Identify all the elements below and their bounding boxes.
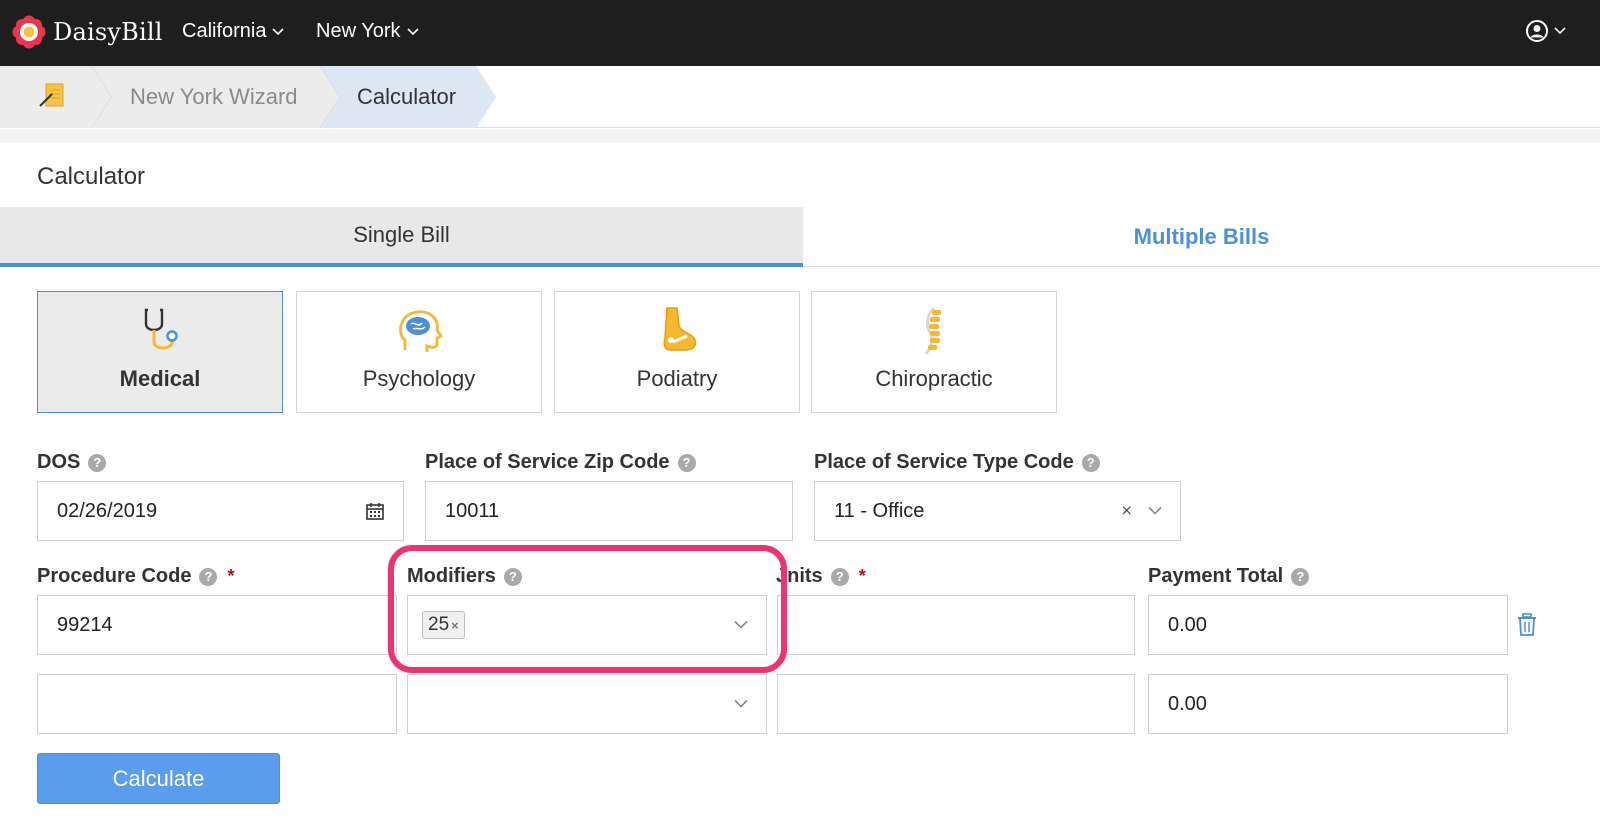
label-text: Procedure Code bbox=[37, 565, 192, 587]
label-text: DOS bbox=[37, 451, 81, 473]
label-text: Payment Total bbox=[1148, 565, 1284, 587]
daisy-flower-icon bbox=[12, 15, 46, 49]
type-code-select[interactable]: 11 - Office × bbox=[814, 481, 1181, 541]
label-text: Place of Service Type Code bbox=[814, 451, 1074, 473]
specialty-label: Podiatry bbox=[636, 366, 718, 391]
foot-icon bbox=[663, 307, 697, 351]
payment-total-input[interactable]: 0.00 bbox=[1148, 595, 1508, 655]
nav-new-york[interactable]: New York bbox=[316, 20, 419, 43]
modifiers-select[interactable] bbox=[407, 674, 767, 734]
label-text: Place of Service Zip Code bbox=[425, 451, 670, 473]
required-mark: * bbox=[227, 566, 235, 586]
specialty-label: Medical bbox=[119, 366, 201, 391]
brand-logo[interactable]: DaisyBill bbox=[12, 14, 163, 50]
brand-name: DaisyBill bbox=[53, 18, 163, 46]
payment-total-value: 0.00 bbox=[1168, 692, 1207, 715]
spine-icon bbox=[924, 306, 941, 355]
specialty-label: Psychology bbox=[362, 366, 476, 391]
brain-icon bbox=[399, 310, 444, 352]
zip-value: 10011 bbox=[445, 499, 500, 522]
divider bbox=[0, 129, 1600, 143]
units-label: Jnits ? * bbox=[776, 565, 866, 588]
tab-multiple-bills[interactable]: Multiple Bills bbox=[803, 207, 1600, 267]
specialty-label: Chiropractic bbox=[875, 366, 993, 391]
help-icon[interactable]: ? bbox=[1081, 453, 1100, 472]
top-nav: DaisyBill California New York bbox=[0, 0, 1600, 66]
type-code-label: Place of Service Type Code ? bbox=[814, 451, 1100, 474]
chevron-down-icon bbox=[406, 27, 419, 35]
clear-icon[interactable]: × bbox=[1121, 501, 1132, 522]
payment-total-value: 0.00 bbox=[1168, 613, 1207, 636]
breadcrumb-calculator: Calculator bbox=[357, 84, 457, 109]
dos-value: 02/26/2019 bbox=[57, 499, 158, 522]
units-input[interactable] bbox=[777, 595, 1135, 655]
required-mark: * bbox=[858, 566, 866, 586]
procedure-code-input[interactable] bbox=[37, 674, 397, 734]
nav-label: New York bbox=[316, 20, 401, 42]
calendar-icon[interactable] bbox=[365, 501, 385, 521]
specialty-podiatry[interactable]: Podiatry bbox=[554, 291, 800, 413]
notepad-pencil-icon bbox=[39, 83, 64, 107]
zip-label: Place of Service Zip Code ? bbox=[425, 451, 696, 474]
help-icon[interactable]: ? bbox=[830, 567, 849, 586]
tab-single-bill[interactable]: Single Bill bbox=[0, 207, 803, 267]
page-title: Calculator bbox=[37, 163, 146, 190]
chevron-down-icon bbox=[1148, 506, 1162, 515]
chevron-down-icon bbox=[1554, 27, 1566, 35]
stethoscope-icon bbox=[144, 308, 178, 350]
nav-california[interactable]: California bbox=[182, 20, 285, 43]
breadcrumb-new-york-wizard[interactable]: New York Wizard bbox=[130, 84, 298, 110]
procedure-code-value: 99214 bbox=[57, 613, 113, 636]
dos-input[interactable]: 02/26/2019 bbox=[37, 481, 404, 541]
procedure-code-label: Procedure Code ? * bbox=[37, 565, 235, 588]
specialty-psychology[interactable]: Psychology bbox=[296, 291, 542, 413]
tab-label: Single Bill bbox=[353, 222, 450, 247]
payment-total-label: Payment Total ? bbox=[1148, 565, 1310, 588]
chevron-down-icon bbox=[734, 699, 748, 708]
help-icon[interactable]: ? bbox=[88, 453, 107, 472]
calculate-button[interactable]: Calculate bbox=[37, 753, 280, 804]
breadcrumb: New York Wizard Calculator bbox=[0, 66, 1600, 128]
chevron-down-icon bbox=[272, 27, 285, 35]
specialty-medical[interactable]: Medical bbox=[37, 291, 283, 413]
nav-label: California bbox=[182, 20, 267, 42]
specialty-chiropractic[interactable]: Chiropractic bbox=[811, 291, 1057, 413]
highlight-annotation bbox=[388, 545, 787, 673]
trash-icon[interactable] bbox=[1517, 613, 1537, 637]
help-icon[interactable]: ? bbox=[677, 453, 696, 472]
procedure-code-input[interactable]: 99214 bbox=[37, 595, 397, 655]
help-icon[interactable]: ? bbox=[199, 567, 218, 586]
help-icon[interactable]: ? bbox=[1291, 567, 1310, 586]
type-code-value: 11 - Office bbox=[834, 499, 925, 522]
units-input[interactable] bbox=[777, 674, 1135, 734]
breadcrumb-home[interactable] bbox=[38, 82, 68, 115]
user-icon bbox=[1526, 20, 1548, 42]
zip-input[interactable]: 10011 bbox=[425, 481, 793, 541]
dos-label: DOS ? bbox=[37, 451, 107, 474]
payment-total-input[interactable]: 0.00 bbox=[1148, 674, 1508, 734]
user-menu[interactable] bbox=[1526, 20, 1566, 42]
tab-label: Multiple Bills bbox=[1133, 223, 1270, 249]
